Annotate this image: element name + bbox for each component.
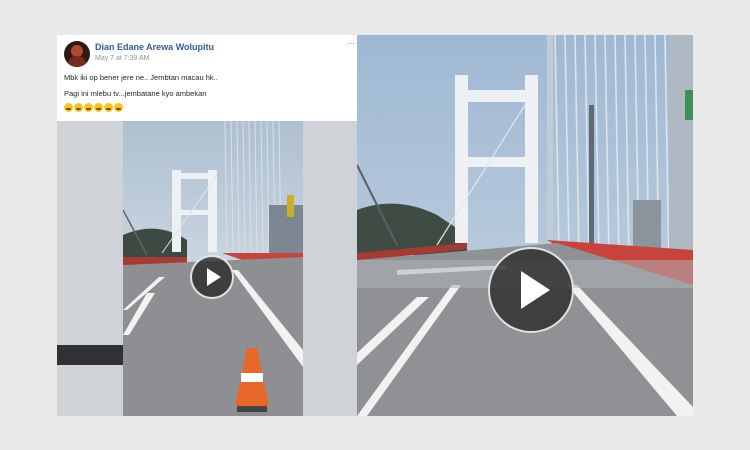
reaction-emojis <box>64 103 123 112</box>
post-timestamp[interactable]: May 7 at 7:39 AM <box>95 55 149 62</box>
right-video-frame-panel <box>357 35 693 416</box>
sad-emoji-icon <box>84 103 93 112</box>
sad-emoji-icon <box>114 103 123 112</box>
left-video-post: Dian Edane Arewa Wolupitu May 7 at 7:39 … <box>57 35 357 416</box>
post-text-line-2: Pagi ini mlebu tv...jembatane kyo ambeka… <box>64 89 207 98</box>
more-options-icon[interactable]: ··· <box>347 39 355 48</box>
post-author-name[interactable]: Dian Edane Arewa Wolupitu <box>95 42 214 52</box>
post-text-line-1: Mbk iki op bener jere ne.. Jembtan macau… <box>64 73 218 82</box>
avatar[interactable] <box>64 41 90 67</box>
play-icon[interactable] <box>190 255 234 299</box>
sad-emoji-icon <box>74 103 83 112</box>
sad-emoji-icon <box>64 103 73 112</box>
facebook-post-header: Dian Edane Arewa Wolupitu May 7 at 7:39 … <box>57 35 357 121</box>
sad-emoji-icon <box>104 103 113 112</box>
sad-emoji-icon <box>94 103 103 112</box>
play-icon[interactable] <box>488 247 574 333</box>
right-video-frame <box>357 35 693 416</box>
